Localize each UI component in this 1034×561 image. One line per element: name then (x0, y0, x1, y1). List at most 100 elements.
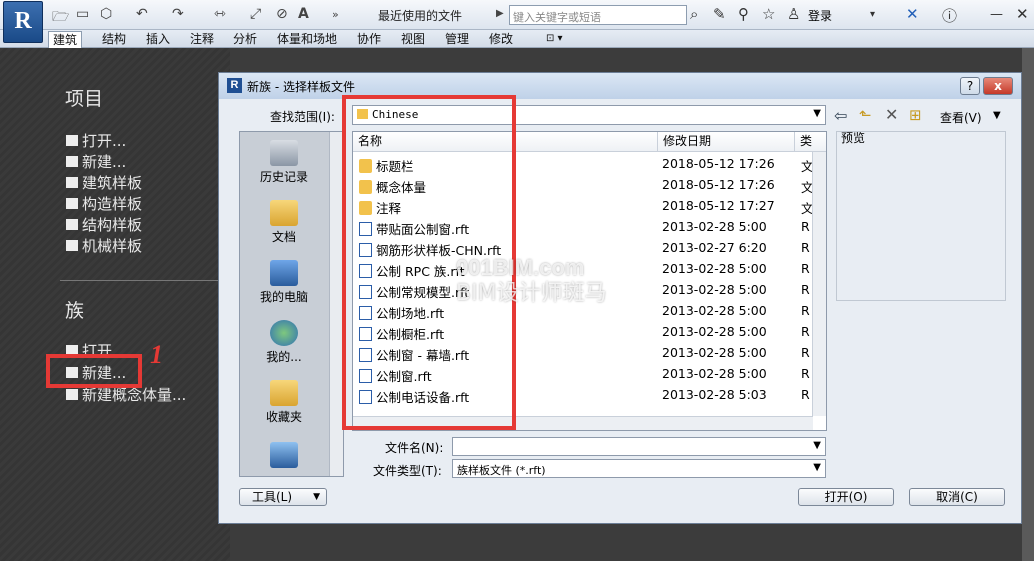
close-icon[interactable]: ✕ (1016, 5, 1029, 23)
place-documents[interactable]: 文档 (240, 200, 328, 245)
recent-files-panel: 项目 打开... 新建... 建筑样板 构造样板 结构样板 机械样板 族 打开.… (0, 48, 230, 561)
recent-documents-label: 最近使用的文件 (378, 9, 463, 23)
file-icon (66, 219, 78, 230)
file-icon (66, 240, 78, 251)
subscription-icon[interactable]: ✎ (713, 5, 726, 23)
right-panel-edge (1022, 48, 1034, 561)
communication-icon[interactable]: ⚲ (738, 5, 749, 23)
open-button[interactable]: 打开(O) (798, 488, 894, 506)
help-icon[interactable]: ⓘ (942, 5, 957, 26)
ribbon-tabs: 建筑 结构 插入 注释 分析 体量和场地 协作 视图 管理 修改 ⊡ ▾ (0, 30, 1034, 48)
place-desktop[interactable] (240, 442, 328, 470)
section-divider (60, 280, 220, 281)
projects-title: 项目 (65, 88, 104, 110)
ribbon-options-icon[interactable]: ⊡ ▾ (542, 31, 567, 48)
tab-analyze[interactable]: 分析 (229, 31, 261, 48)
chevron-down-icon: ▼ (313, 492, 320, 502)
file-type: R (801, 387, 810, 402)
view-menu[interactable]: 查看(V) (940, 109, 982, 126)
column-header-date[interactable]: 修改日期 (658, 132, 795, 152)
chevron-down-icon[interactable]: ▾ (870, 9, 875, 20)
place-history[interactable]: 历史记录 (240, 140, 328, 185)
architectural-template-link[interactable]: 建筑样板 (66, 172, 142, 193)
annotation-step-number: 1 (150, 340, 163, 369)
back-icon[interactable]: ⇦ (834, 106, 847, 125)
file-type: R (801, 324, 810, 339)
column-header-type[interactable]: 类 (795, 132, 826, 152)
search-input[interactable]: 键入关键字或短语 (509, 5, 687, 25)
mechanical-template-link[interactable]: 机械样板 (66, 235, 142, 256)
login-button[interactable]: 登录 (808, 7, 832, 24)
exchange-icon[interactable]: ✕ (906, 5, 919, 23)
place-favorites[interactable]: 收藏夹 (240, 380, 328, 425)
delete-icon[interactable]: ✕ (885, 105, 898, 124)
highlight-box-new-family (46, 354, 142, 388)
tab-view[interactable]: 视图 (397, 31, 429, 48)
help-button[interactable]: ? (960, 77, 980, 95)
places-bar: 历史记录 文档 我的电脑 我的... 收藏夹 (239, 131, 344, 477)
minimize-icon[interactable]: — (990, 7, 1003, 22)
mass-icon (66, 389, 78, 400)
view-menu-chevron-icon[interactable]: ▼ (993, 110, 1001, 121)
filetype-select[interactable]: 族样板文件 (*.rft) ▼ (452, 459, 826, 478)
save-icon[interactable]: ▭ (76, 6, 89, 22)
chevron-down-icon: ▼ (813, 108, 821, 119)
documents-folder-icon (270, 200, 298, 226)
new-family-dialog: R 新族 - 选择样板文件 ? x 查找范围(I): Chinese ▼ ⇦ ⬑… (218, 72, 1022, 524)
tab-architecture[interactable]: 建筑 (48, 31, 83, 48)
preview-box (836, 131, 1006, 301)
measure-icon[interactable]: ⇿ (214, 6, 226, 22)
sync-icon[interactable]: ⬡ (100, 6, 112, 22)
filetype-label: 文件类型(T): (373, 464, 442, 478)
up-folder-icon[interactable]: ⬑ (859, 106, 872, 124)
file-list-vertical-scrollbar[interactable] (812, 152, 826, 416)
text-icon[interactable]: A (298, 6, 309, 22)
desktop-icon (270, 442, 298, 468)
new-folder-icon[interactable]: ⊞ (909, 106, 922, 124)
file-type: R (801, 282, 810, 297)
construction-template-link[interactable]: 构造样板 (66, 193, 142, 214)
redo-icon[interactable]: ↷ (172, 6, 184, 22)
file-date: 2013-02-28 5:03 (662, 387, 767, 402)
new-file-icon (66, 156, 78, 167)
dimension-icon[interactable]: ⤢ (250, 6, 261, 22)
file-date: 2013-02-27 6:20 (662, 240, 767, 255)
close-button[interactable]: x (983, 77, 1013, 95)
history-icon (270, 140, 298, 166)
file-date: 2013-02-28 5:00 (662, 219, 767, 234)
expand-icon[interactable]: » (332, 8, 339, 21)
place-network[interactable]: 我的... (240, 320, 328, 365)
cancel-button[interactable]: 取消(C) (909, 488, 1005, 506)
places-scrollbar[interactable] (329, 132, 343, 476)
tab-manage[interactable]: 管理 (441, 31, 473, 48)
application-menu-button[interactable]: R (3, 1, 43, 43)
file-date: 2013-02-28 5:00 (662, 324, 767, 339)
chevron-down-icon: ▼ (813, 462, 821, 473)
open-icon[interactable]: 🗁 (52, 6, 69, 30)
file-date: 2013-02-28 5:00 (662, 366, 767, 381)
tab-insert[interactable]: 插入 (142, 31, 174, 48)
file-date: 2013-02-28 5:00 (662, 345, 767, 360)
tab-annotate[interactable]: 注释 (186, 31, 218, 48)
highlight-box-template-list (342, 95, 516, 430)
filename-input[interactable]: ▼ (452, 437, 826, 456)
file-date: 2018-05-12 17:27 (662, 198, 775, 213)
place-my-computer[interactable]: 我的电脑 (240, 260, 328, 305)
user-icon[interactable]: ♙ (787, 5, 800, 23)
tab-structure[interactable]: 结构 (98, 31, 130, 48)
tab-collaborate[interactable]: 协作 (353, 31, 385, 48)
binoculars-icon[interactable]: ⌕ (690, 5, 698, 23)
dialog-title: 新族 - 选择样板文件 (247, 80, 355, 94)
favorites-star-icon[interactable]: ☆ (762, 5, 775, 23)
project-open-link[interactable]: 打开... (66, 130, 126, 151)
project-new-link[interactable]: 新建... (66, 151, 126, 172)
file-date: 2018-05-12 17:26 (662, 156, 775, 171)
tools-button[interactable]: 工具(L) ▼ (239, 488, 327, 506)
tab-massing-site[interactable]: 体量和场地 (273, 31, 341, 48)
file-type: R (801, 345, 810, 360)
tab-modify[interactable]: 修改 (485, 31, 517, 48)
undo-icon[interactable]: ↶ (136, 6, 148, 22)
structural-template-link[interactable]: 结构样板 (66, 214, 142, 235)
file-type: R (801, 240, 810, 255)
tag-icon[interactable]: ⊘ (276, 6, 288, 22)
